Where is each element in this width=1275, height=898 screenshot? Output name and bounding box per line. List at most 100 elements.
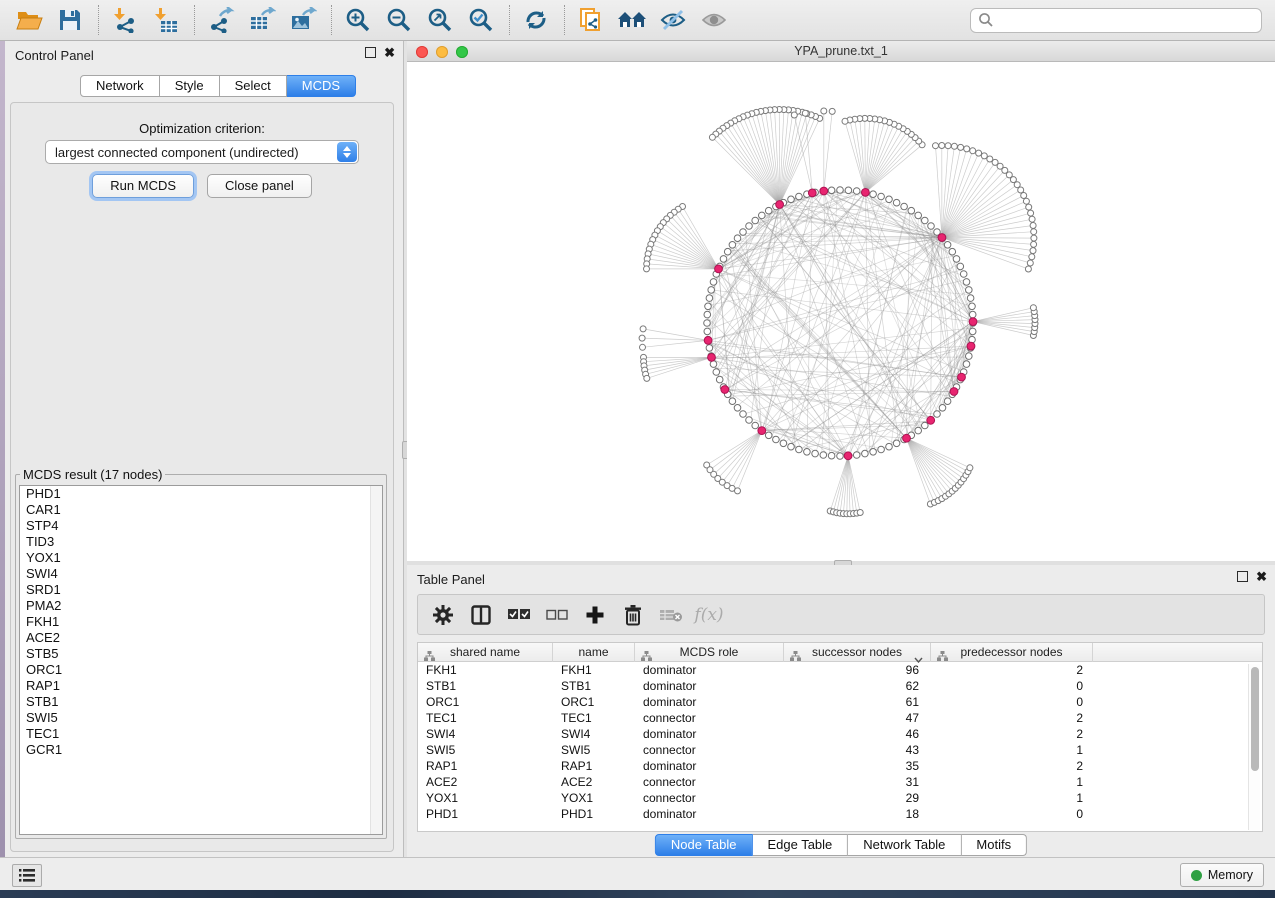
mcds-result-item[interactable]: STB1 — [20, 694, 382, 710]
cell-predecessor-nodes[interactable]: 2 — [931, 710, 1093, 726]
delete-column-trash-icon[interactable] — [620, 602, 646, 628]
mcds-result-item[interactable]: SWI4 — [20, 566, 382, 582]
cell-mcds-role[interactable]: dominator — [635, 726, 784, 742]
mcds-list-scrollbar[interactable] — [370, 486, 382, 834]
cell-name[interactable]: RAP1 — [553, 758, 635, 774]
cell-predecessor-nodes[interactable]: 1 — [931, 742, 1093, 758]
hide-selected-icon[interactable] — [658, 5, 688, 35]
export-table-icon[interactable] — [247, 5, 277, 35]
cell-mcds-role[interactable]: dominator — [635, 662, 784, 678]
cell-name[interactable]: STB1 — [553, 678, 635, 694]
show-all-icon[interactable] — [699, 5, 729, 35]
mcds-result-item[interactable]: FKH1 — [20, 614, 382, 630]
scrollbar-thumb[interactable] — [1251, 667, 1259, 771]
zoom-fit-icon[interactable] — [425, 5, 455, 35]
cell-name[interactable]: ORC1 — [553, 694, 635, 710]
mcds-result-item[interactable]: STB5 — [20, 646, 382, 662]
table-row[interactable]: ACE2ACE2connector311 — [418, 774, 1262, 790]
table-vertical-scrollbar[interactable] — [1248, 664, 1260, 830]
table-row[interactable]: PHD1PHD1dominator180 — [418, 806, 1262, 822]
column-header-predecessor-nodes[interactable]: predecessor nodes — [931, 643, 1093, 662]
mcds-result-item[interactable]: YOX1 — [20, 550, 382, 566]
table-row[interactable]: TEC1TEC1connector472 — [418, 710, 1262, 726]
cell-shared-name[interactable]: RAP1 — [418, 758, 553, 774]
import-table-icon[interactable] — [151, 5, 181, 35]
cell-mcds-role[interactable]: connector — [635, 774, 784, 790]
cell-successor-nodes[interactable]: 61 — [784, 694, 931, 710]
copy-network-icon[interactable] — [576, 5, 606, 35]
cell-mcds-role[interactable]: dominator — [635, 758, 784, 774]
close-panel-button[interactable]: Close panel — [207, 174, 312, 198]
network-canvas[interactable] — [407, 62, 1275, 561]
create-column-plus-icon[interactable] — [582, 602, 608, 628]
table-row[interactable]: ORC1ORC1dominator610 — [418, 694, 1262, 710]
cell-name[interactable]: SWI5 — [553, 742, 635, 758]
cell-successor-nodes[interactable]: 43 — [784, 742, 931, 758]
tab-edge-table[interactable]: Edge Table — [752, 834, 848, 856]
cell-shared-name[interactable]: SWI4 — [418, 726, 553, 742]
cell-successor-nodes[interactable]: 46 — [784, 726, 931, 742]
cell-predecessor-nodes[interactable]: 2 — [931, 726, 1093, 742]
network-window-titlebar[interactable]: YPA_prune.txt_1 — [407, 41, 1275, 62]
first-neighbors-icon[interactable] — [617, 5, 647, 35]
show-column-panel-icon[interactable] — [468, 602, 494, 628]
zoom-in-icon[interactable] — [343, 5, 373, 35]
unselect-all-columns-icon[interactable] — [544, 602, 570, 628]
column-header-mcds-role[interactable]: MCDS role — [635, 643, 784, 662]
mcds-result-item[interactable]: SRD1 — [20, 582, 382, 598]
column-header-successor-nodes[interactable]: successor nodes — [784, 643, 931, 662]
cell-successor-nodes[interactable]: 96 — [784, 662, 931, 678]
column-header-shared-name[interactable]: shared name — [418, 643, 553, 662]
mcds-result-item[interactable]: GCR1 — [20, 742, 382, 758]
cell-predecessor-nodes[interactable]: 2 — [931, 662, 1093, 678]
mcds-result-list[interactable]: PHD1CAR1STP4TID3YOX1SWI4SRD1PMA2FKH1ACE2… — [19, 485, 383, 835]
cell-shared-name[interactable]: YOX1 — [418, 790, 553, 806]
cell-name[interactable]: YOX1 — [553, 790, 635, 806]
export-network-icon[interactable] — [206, 5, 236, 35]
run-mcds-button[interactable]: Run MCDS — [92, 174, 194, 198]
cell-name[interactable]: FKH1 — [553, 662, 635, 678]
cell-mcds-role[interactable]: connector — [635, 710, 784, 726]
tab-style[interactable]: Style — [160, 75, 220, 97]
column-header-name[interactable]: name — [553, 643, 635, 662]
table-settings-gear-icon[interactable] — [430, 602, 456, 628]
cell-predecessor-nodes[interactable]: 0 — [931, 678, 1093, 694]
apply-layout-icon[interactable] — [521, 5, 551, 35]
table-row[interactable]: SWI4SWI4dominator462 — [418, 726, 1262, 742]
cell-mcds-role[interactable]: connector — [635, 742, 784, 758]
cell-shared-name[interactable]: ORC1 — [418, 694, 553, 710]
mcds-result-item[interactable]: ACE2 — [20, 630, 382, 646]
cell-name[interactable]: SWI4 — [553, 726, 635, 742]
cell-mcds-role[interactable]: dominator — [635, 806, 784, 822]
cell-mcds-role[interactable]: connector — [635, 790, 784, 806]
cell-shared-name[interactable]: SWI5 — [418, 742, 553, 758]
cell-mcds-role[interactable]: dominator — [635, 678, 784, 694]
mcds-result-item[interactable]: ORC1 — [20, 662, 382, 678]
tab-network-table[interactable]: Network Table — [848, 834, 961, 856]
cell-mcds-role[interactable]: dominator — [635, 694, 784, 710]
table-row[interactable]: FKH1FKH1dominator962 — [418, 662, 1262, 678]
cell-predecessor-nodes[interactable]: 2 — [931, 758, 1093, 774]
table-row[interactable]: SWI5SWI5connector431 — [418, 742, 1262, 758]
tab-motifs[interactable]: Motifs — [961, 834, 1027, 856]
task-history-button[interactable] — [12, 864, 42, 887]
cell-successor-nodes[interactable]: 62 — [784, 678, 931, 694]
close-panel-icon[interactable]: ✖ — [1256, 571, 1267, 582]
search-input[interactable] — [994, 9, 1261, 31]
mcds-result-item[interactable]: CAR1 — [20, 502, 382, 518]
cell-shared-name[interactable]: PHD1 — [418, 806, 553, 822]
tab-network[interactable]: Network — [80, 75, 160, 97]
table-row[interactable]: RAP1RAP1dominator352 — [418, 758, 1262, 774]
export-image-icon[interactable] — [288, 5, 318, 35]
open-session-icon[interactable] — [14, 5, 44, 35]
cell-successor-nodes[interactable]: 35 — [784, 758, 931, 774]
import-network-icon[interactable] — [110, 5, 140, 35]
cell-shared-name[interactable]: FKH1 — [418, 662, 553, 678]
mcds-result-item[interactable]: RAP1 — [20, 678, 382, 694]
mcds-result-item[interactable]: PHD1 — [20, 486, 382, 502]
cell-shared-name[interactable]: TEC1 — [418, 710, 553, 726]
cell-shared-name[interactable]: STB1 — [418, 678, 553, 694]
mcds-result-item[interactable]: PMA2 — [20, 598, 382, 614]
table-row[interactable]: STB1STB1dominator620 — [418, 678, 1262, 694]
select-all-columns-icon[interactable] — [506, 602, 532, 628]
